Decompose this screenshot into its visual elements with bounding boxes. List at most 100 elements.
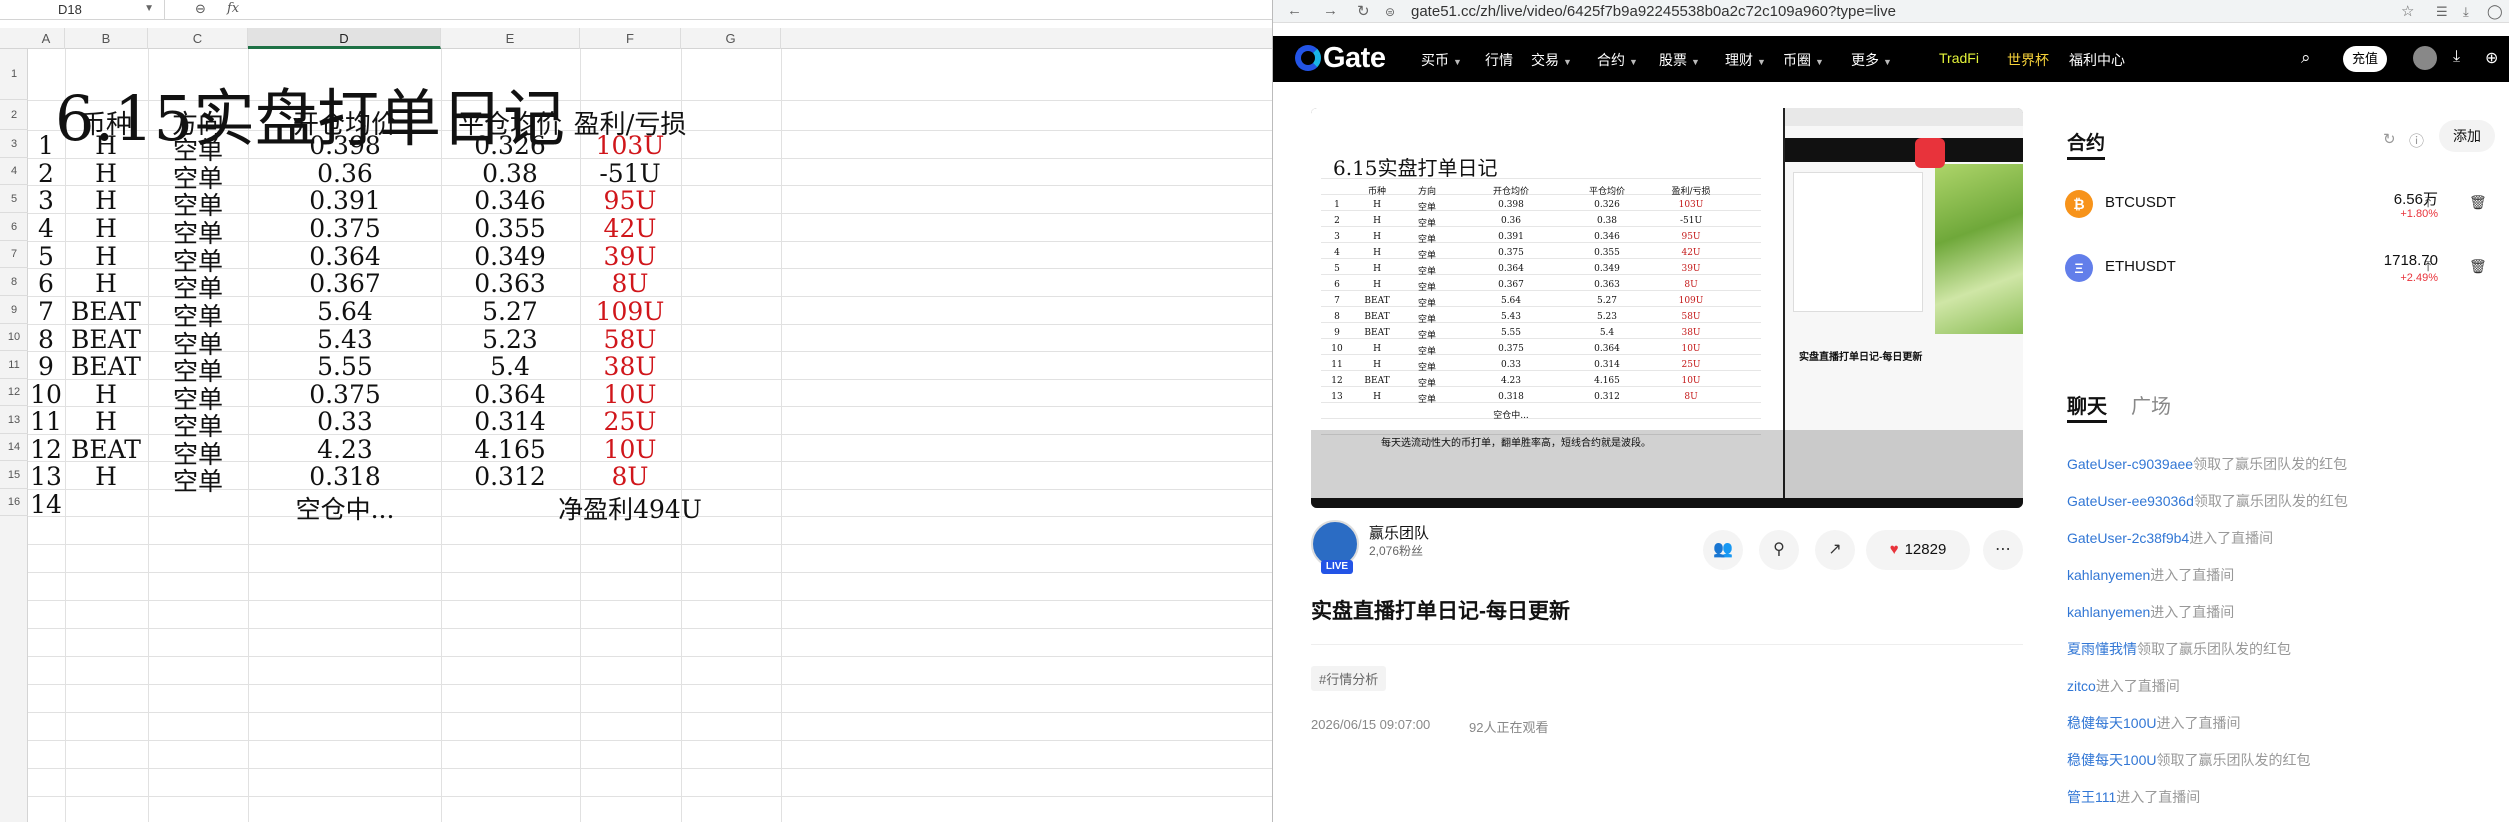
row-header-2[interactable]: 2 (0, 100, 28, 130)
grid-vline (781, 49, 782, 822)
red-packet-icon[interactable] (1915, 138, 1945, 168)
nav-item-7[interactable]: 更多 ▼ (1851, 50, 1892, 70)
coin-icon: ₿ (2065, 190, 2093, 218)
refresh-icon[interactable]: ↻ (2383, 130, 2396, 148)
gate-logo[interactable]: Gate (1295, 42, 1386, 74)
table-cell: 5.55 (317, 352, 373, 381)
pin-top-icon[interactable]: ⤒ (2425, 258, 2431, 275)
user-avatar[interactable] (2413, 46, 2437, 70)
live-page: 6.15实盘打单日记 币种 方向 开仓均价 平仓均价 盈利/亏损 1 H 空单 0.398 0.3… (1273, 82, 2509, 822)
nav-item-label: 股票 (1659, 52, 1687, 68)
nav-item-3[interactable]: 合约 ▼ (1597, 50, 1638, 70)
nav-item-9[interactable]: 世界杯 (2007, 50, 2049, 70)
download-icon[interactable]: ⤓ (2453, 48, 2460, 66)
chat-username[interactable]: kahlanyemen (2067, 567, 2150, 583)
column-header-f[interactable]: F (580, 28, 681, 49)
contract-change: +2.49% (2400, 272, 2438, 284)
video-cell: -51U (1679, 216, 1703, 226)
fx-icon[interactable]: fx (227, 1, 239, 16)
column-header-b[interactable]: B (65, 28, 148, 49)
video-cell: 0.364 (1594, 344, 1620, 354)
forward-icon[interactable]: → (1323, 2, 1338, 19)
video-cell: 0.38 (1596, 216, 1618, 226)
chat-message: GateUser-c9039aee领取了赢乐团队发的红包 (2067, 454, 2347, 474)
zoom-icon[interactable]: ⊖ (195, 1, 206, 17)
chat-username[interactable]: 管王111 (2067, 789, 2116, 805)
video-side-image (1935, 164, 2023, 334)
video-player[interactable]: 6.15实盘打单日记 币种 方向 开仓均价 平仓均价 盈利/亏损 1 H 空单 0.398 0.3… (1311, 108, 2023, 508)
video-grid-line (1321, 354, 1761, 355)
nav-item-8[interactable]: TradFi (1939, 50, 1979, 66)
chevron-down-icon[interactable]: ▼ (144, 3, 154, 14)
chat-username[interactable]: zitco (2067, 678, 2096, 694)
tab-square[interactable]: 广场 (2131, 390, 2171, 419)
stream-title: 实盘直播打单日记-每日更新 (1311, 600, 1570, 623)
watching-count: 92人正在观看 (1469, 720, 1549, 735)
table-cell: 0.33 (317, 407, 373, 436)
chat-username[interactable]: GateUser-c9039aee (2067, 456, 2193, 472)
topic-tag[interactable]: #行情分析 (1311, 666, 1387, 691)
chat-username[interactable]: 稳健每天100U (2067, 752, 2156, 768)
contract-row[interactable]: Ξ ETHUSDT 1718.70 +2.49% ⤒ 🗑 (2049, 244, 2509, 294)
follow-button[interactable]: 👥 (1703, 530, 1743, 570)
nav-item-2[interactable]: 交易 ▼ (1531, 50, 1572, 70)
gift-button[interactable]: ⚲ (1759, 530, 1799, 570)
streamer-name[interactable]: 赢乐团队 (1369, 522, 1429, 543)
video-cell: 0.326 (1594, 200, 1620, 210)
chat-username[interactable]: 夏雨懂我情 (2067, 641, 2137, 657)
delete-icon[interactable]: 🗑 (2469, 194, 2487, 211)
pin-top-icon[interactable]: ⤒ (2425, 194, 2431, 211)
tab-list-icon[interactable]: ☰ (2436, 4, 2448, 20)
contract-row[interactable]: ₿ BTCUSDT 6.56万 +1.80% ⤒ 🗑 (2049, 180, 2509, 230)
delete-icon[interactable]: 🗑 (2469, 258, 2487, 275)
like-button[interactable]: ♥ 12829 (1866, 530, 1970, 570)
pnl-cell: 10U (603, 380, 657, 409)
tab-chat[interactable]: 聊天 (2067, 390, 2107, 423)
row-header-1[interactable]: 1 (0, 49, 28, 100)
column-header-g[interactable]: G (681, 28, 781, 49)
deposit-button[interactable]: 充值 (2343, 46, 2387, 72)
downloads-icon[interactable]: ⤓ (2463, 4, 2469, 20)
reload-icon[interactable]: ↻ (1357, 2, 1370, 20)
chat-message: zitco进入了直播间 (2067, 676, 2180, 696)
nav-item-0[interactable]: 买币 ▼ (1421, 50, 1462, 70)
chat-username[interactable]: 稳健每天100U (2067, 715, 2156, 731)
more-button[interactable]: ⋯ (1983, 530, 2023, 570)
nav-item-4[interactable]: 股票 ▼ (1659, 50, 1700, 70)
grid-hline (28, 768, 1272, 769)
column-header-c[interactable]: C (148, 28, 248, 49)
search-icon[interactable]: ⌕ (2301, 48, 2311, 68)
name-box[interactable]: D18 ▼ (0, 0, 165, 20)
column-header-e[interactable]: E (441, 28, 580, 49)
video-cell: 8U (1684, 392, 1698, 402)
site-info-icon[interactable]: ⊜ (1385, 5, 1395, 19)
chat-username[interactable]: GateUser-ee93036d (2067, 493, 2194, 509)
share-button[interactable]: ↗ (1815, 530, 1855, 570)
info-icon[interactable]: ⓘ (2409, 130, 2424, 151)
nav-item-1[interactable]: 行情 (1485, 50, 1513, 70)
browser-window: ← → ↻ ⊜ gate51.cc/zh/live/video/6425f7b9… (1272, 0, 2509, 822)
video-grid-line (1321, 370, 1761, 371)
bookmark-star-icon[interactable]: ☆ (2401, 2, 2414, 20)
chat-text: 进入了直播间 (2150, 604, 2235, 620)
column-header-d[interactable]: D (248, 28, 441, 49)
chat-username[interactable]: kahlanyemen (2067, 604, 2150, 620)
url-field[interactable]: gate51.cc/zh/live/video/6425f7b9a9224553… (1411, 3, 1896, 20)
nav-item-6[interactable]: 币圈 ▼ (1783, 50, 1824, 70)
pnl-cell: -51U (599, 159, 661, 188)
nav-item-5[interactable]: 理财 ▼ (1725, 50, 1766, 70)
pnl-cell: 8U (611, 269, 649, 298)
video-side-tabbar (1785, 108, 2023, 126)
video-cell: 5.64 (1500, 296, 1522, 306)
add-contract-button[interactable]: 添加 (2439, 120, 2495, 152)
video-header-cell: 开仓均价 (1492, 187, 1529, 197)
nav-item-label: 福利中心 (2069, 52, 2125, 68)
chat-username[interactable]: GateUser-2c38f9b4 (2067, 530, 2189, 546)
back-icon[interactable]: ← (1287, 2, 1302, 19)
column-header-a[interactable]: A (28, 28, 65, 49)
globe-icon[interactable]: ⊕ (2485, 48, 2498, 68)
chevron-down-icon: ▼ (1691, 57, 1700, 67)
nav-item-10[interactable]: 福利中心 (2069, 50, 2125, 70)
profile-icon[interactable]: ◯ (2487, 3, 2503, 20)
chat-text: 领取了赢乐团队发的红包 (2193, 456, 2348, 472)
